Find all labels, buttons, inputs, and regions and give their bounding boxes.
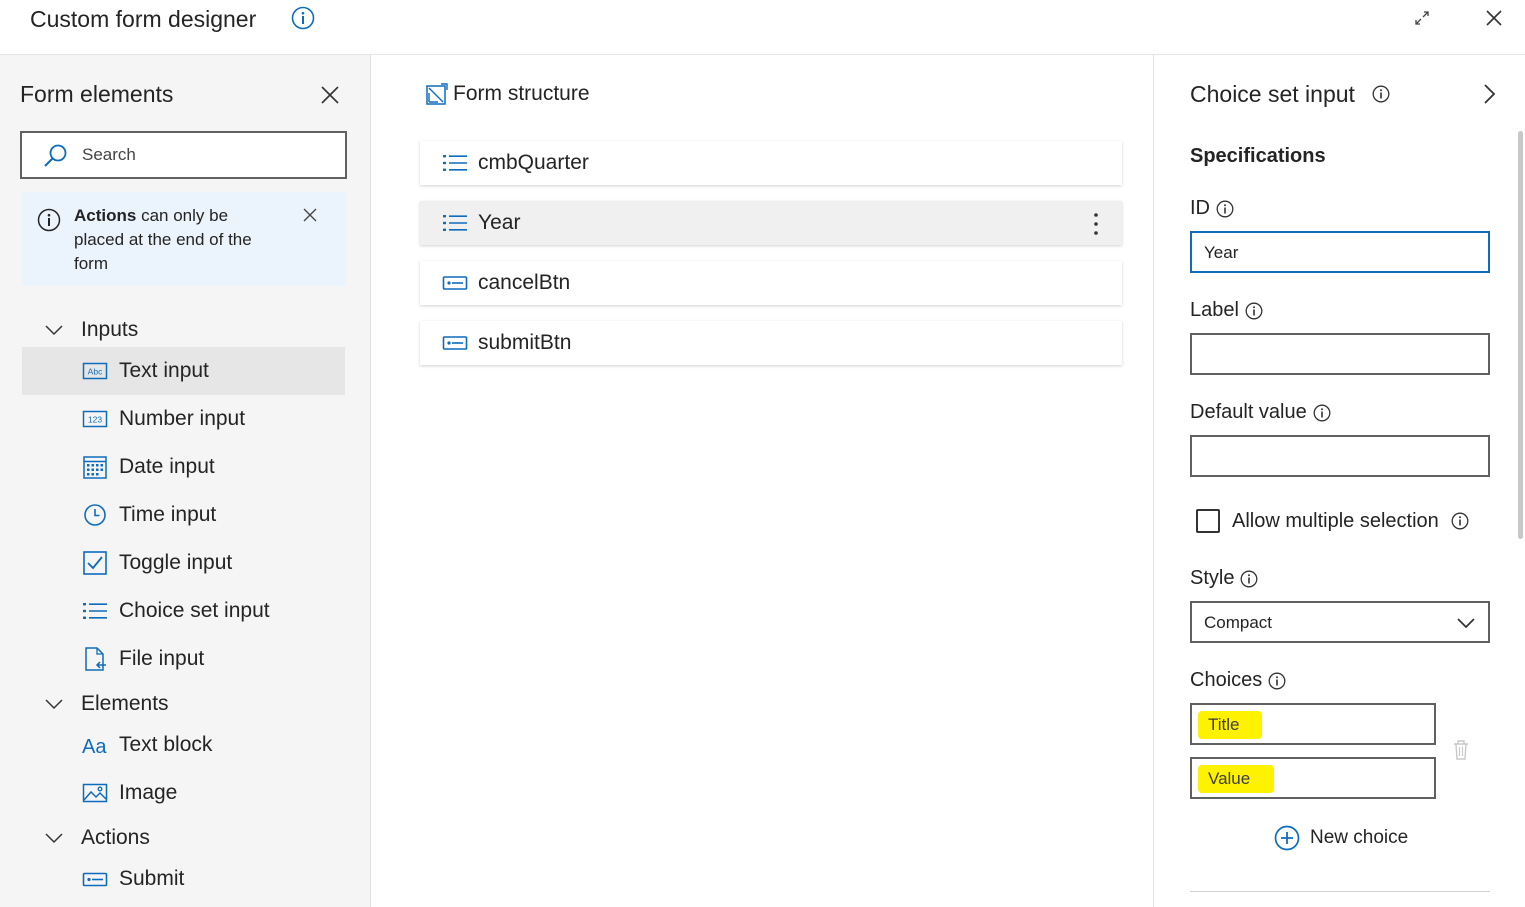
structure-row-cmbquarter[interactable]: cmbQuarter (420, 141, 1122, 185)
button-icon (82, 872, 108, 887)
button-icon (442, 336, 468, 350)
element-item-text-input[interactable]: Abc Text input (22, 347, 345, 395)
choice-title-field[interactable] (1190, 703, 1436, 745)
label-label: Label (1190, 299, 1263, 322)
clock-icon (84, 504, 106, 526)
svg-text:Abc: Abc (88, 367, 103, 377)
info-icon[interactable] (1451, 512, 1469, 530)
search-box[interactable] (20, 131, 347, 179)
delete-icon[interactable] (1452, 739, 1470, 761)
info-notice: Actions can only be placed at the end of… (22, 192, 346, 286)
choice-title-input[interactable] (1208, 714, 1408, 736)
element-item-file-input[interactable]: File input (22, 635, 345, 683)
allow-multiple-label: Allow multiple selection (1232, 509, 1439, 532)
list-icon (83, 603, 107, 619)
element-item-date-input[interactable]: Date input (22, 443, 345, 491)
divider (1190, 891, 1490, 892)
style-label: Style (1190, 567, 1258, 590)
allow-multiple-row: Allow multiple selection (1196, 509, 1469, 533)
group-header-inputs[interactable]: Inputs (44, 315, 138, 345)
dialog-title-bar: Custom form designer (0, 0, 1525, 55)
expand-icon[interactable] (1412, 8, 1432, 28)
element-item-text-block[interactable]: Aa Text block (22, 721, 345, 769)
dismiss-icon[interactable] (302, 207, 318, 223)
element-item-choice-set-input[interactable]: Choice set input (22, 587, 345, 635)
button-icon (442, 276, 468, 290)
group-header-actions[interactable]: Actions (44, 823, 150, 853)
group-header-elements[interactable]: Elements (44, 689, 169, 719)
label-input[interactable] (1204, 344, 1474, 366)
file-icon (85, 647, 106, 671)
list-icon (443, 215, 467, 231)
svg-text:123: 123 (88, 415, 102, 425)
element-item-image[interactable]: Image (22, 769, 345, 817)
info-icon[interactable] (1313, 404, 1331, 422)
choices-label: Choices (1190, 669, 1286, 692)
close-icon[interactable] (1484, 8, 1504, 28)
chevron-right-icon[interactable] (1480, 83, 1498, 105)
info-icon[interactable] (291, 6, 315, 30)
form-structure-panel: Form structure cmbQuarter Year cancelBtn (372, 55, 1152, 907)
info-icon[interactable] (1240, 570, 1258, 588)
default-value-input[interactable] (1204, 446, 1474, 468)
calendar-icon (83, 456, 107, 479)
properties-title: Choice set input (1190, 81, 1355, 107)
choice-value-input[interactable] (1208, 768, 1408, 790)
add-circle-icon (1274, 825, 1300, 851)
id-input[interactable] (1204, 242, 1474, 264)
info-icon[interactable] (1268, 672, 1286, 690)
form-structure-title: Form structure (453, 82, 590, 105)
element-item-toggle-input[interactable]: Toggle input (22, 539, 345, 587)
image-icon (82, 783, 108, 803)
element-item-submit[interactable]: Submit (22, 855, 345, 903)
info-icon[interactable] (1216, 200, 1234, 218)
form-elements-panel: Form elements Actions can only be placed… (0, 55, 371, 907)
info-icon (37, 208, 61, 232)
specifications-heading: Specifications (1190, 145, 1326, 167)
chevron-down-icon (45, 325, 63, 336)
list-icon (443, 155, 467, 171)
search-icon (44, 144, 67, 167)
text-block-icon: Aa (82, 736, 107, 757)
allow-multiple-checkbox[interactable] (1196, 509, 1220, 533)
element-item-time-input[interactable]: Time input (22, 491, 345, 539)
notice-text: Actions can only be placed at the end of… (74, 206, 252, 273)
info-icon[interactable] (1245, 302, 1263, 320)
panel-title: Form elements (20, 81, 174, 107)
close-icon[interactable] (320, 85, 340, 105)
dialog-title: Custom form designer (30, 6, 257, 32)
structure-row-submitbtn[interactable]: submitBtn (420, 321, 1122, 365)
search-input[interactable] (82, 142, 332, 168)
chevron-down-icon (45, 699, 63, 710)
info-icon[interactable] (1372, 85, 1390, 103)
more-options-icon[interactable] (1086, 211, 1106, 237)
checkbox-icon (83, 551, 107, 575)
structure-row-year[interactable]: Year (420, 201, 1122, 245)
text-input-icon: Abc (82, 362, 108, 380)
chevron-down-icon (1457, 618, 1475, 629)
structure-row-cancelbtn[interactable]: cancelBtn (420, 261, 1122, 305)
svg-text:Aa: Aa (82, 736, 107, 757)
default-value-field[interactable] (1190, 435, 1490, 477)
number-input-icon: 123 (82, 410, 108, 428)
style-dropdown[interactable]: Compact (1190, 601, 1490, 643)
label-field[interactable] (1190, 333, 1490, 375)
scrollbar[interactable] (1518, 131, 1523, 539)
style-selected-value: Compact (1204, 613, 1273, 632)
element-item-number-input[interactable]: 123 Number input (22, 395, 345, 443)
id-field[interactable] (1190, 231, 1490, 273)
chevron-down-icon (45, 833, 63, 844)
form-structure-icon (426, 83, 448, 105)
properties-panel: Choice set input Specifications ID Label… (1153, 55, 1525, 907)
choice-value-field[interactable] (1190, 757, 1436, 799)
default-value-label: Default value (1190, 401, 1331, 424)
new-choice-button[interactable]: New choice (1274, 825, 1408, 851)
id-label: ID (1190, 197, 1234, 220)
